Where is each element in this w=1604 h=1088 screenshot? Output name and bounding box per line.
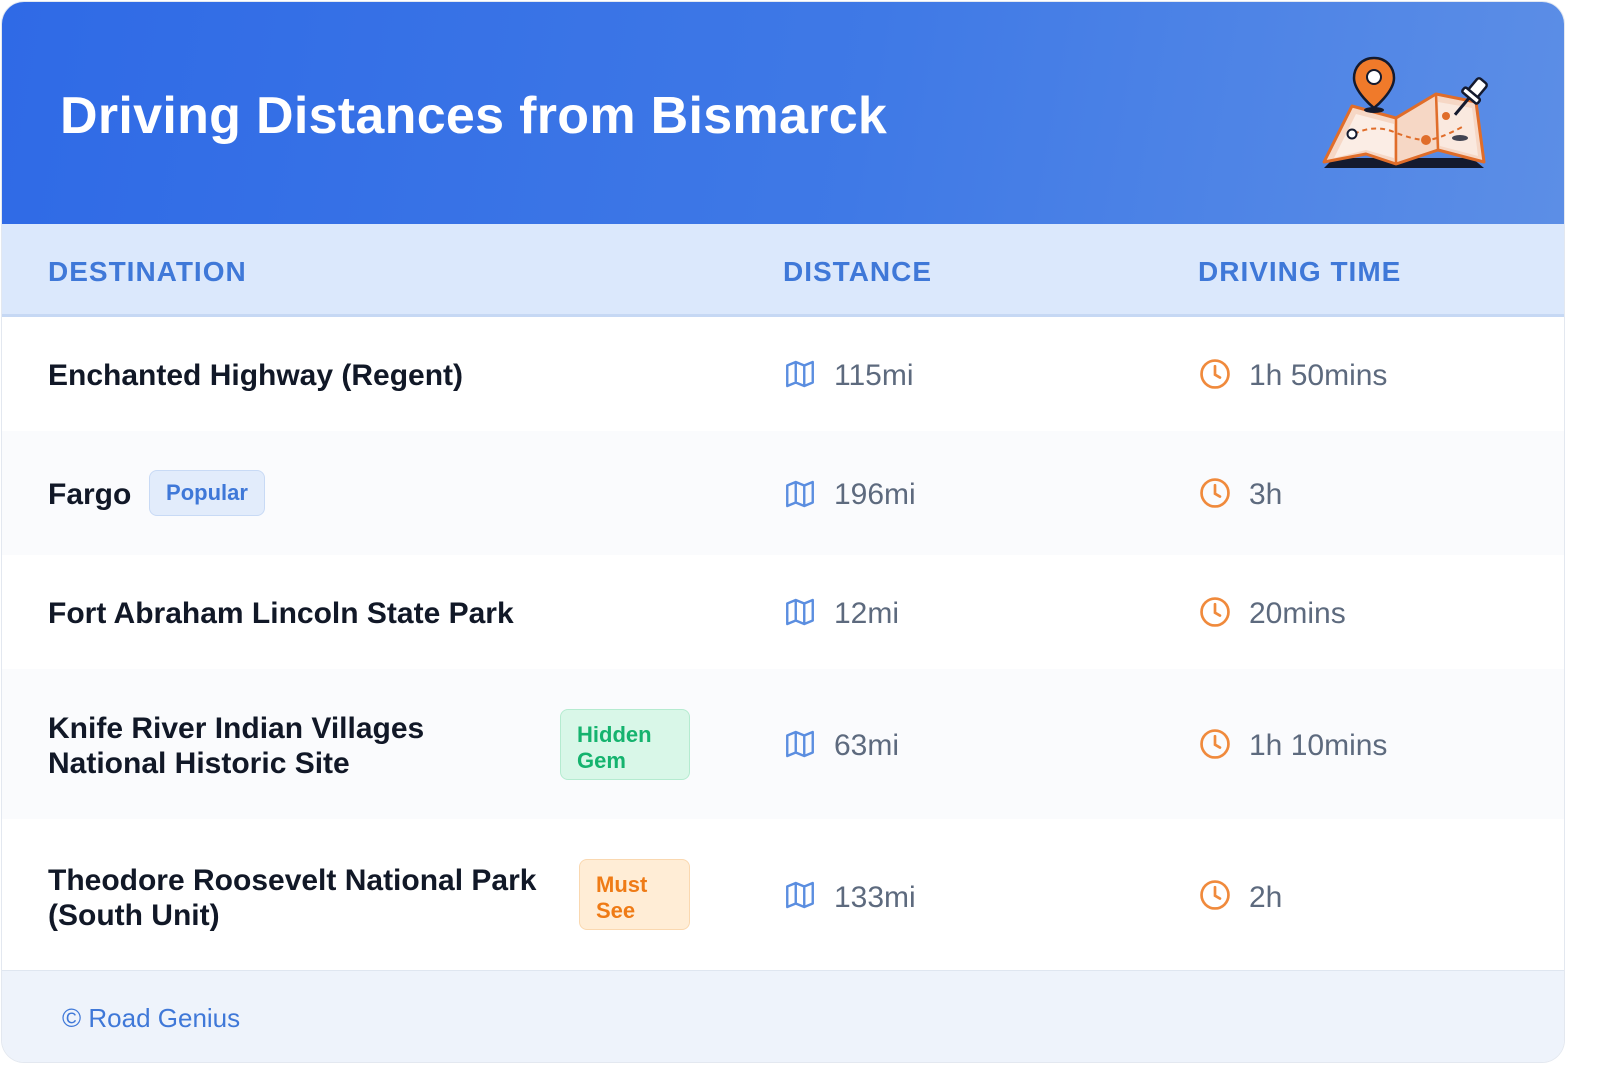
destination-name-line-2: (South Unit) (48, 899, 220, 932)
distance-value: 12mi (834, 597, 900, 630)
page-title: Driving Distances from Bismarck (60, 87, 888, 145)
destination-name: Fargo (48, 478, 132, 511)
table-row: Fargo Popular 196mi 3h (2, 431, 1564, 556)
badge-line-1: Must (596, 872, 648, 897)
distance-value: 63mi (834, 729, 900, 762)
driving-time-value: 1h 50mins (1249, 359, 1388, 392)
badge-line-1: Hidden (577, 722, 652, 747)
map-icon (786, 881, 814, 909)
driving-time-value: 20mins (1249, 597, 1346, 630)
clock-icon (1200, 359, 1230, 389)
distance-value: 133mi (834, 881, 916, 914)
map-icon (786, 598, 814, 626)
driving-time-value: 2h (1249, 881, 1283, 914)
map-icon (786, 360, 814, 388)
distances-card: Driving Distances from Bismarck DESTINAT… (2, 2, 1564, 1062)
clock-icon (1200, 729, 1230, 759)
column-header-distance: DISTANCE (783, 256, 933, 287)
table-row: Theodore Roosevelt National Park (South … (2, 819, 1564, 970)
must-see-badge: Must See (579, 859, 690, 930)
destination-name-line-2: National Historic Site (48, 747, 350, 780)
distance-value: 115mi (834, 359, 914, 392)
table-row: Enchanted Highway (Regent) 115mi 1h 50mi… (2, 317, 1564, 432)
map-icon (786, 480, 814, 508)
distance-value: 196mi (834, 478, 916, 511)
destination-name-line-1: Theodore Roosevelt National Park (48, 864, 537, 897)
hidden-gem-badge: Hidden Gem (560, 709, 690, 780)
destination-name: Fort Abraham Lincoln State Park (48, 597, 514, 630)
map-icon (786, 730, 814, 758)
footer: © Road Genius (2, 970, 1564, 1062)
destination-name: Enchanted Highway (Regent) (48, 359, 464, 392)
popular-badge: Popular (149, 470, 265, 516)
header-banner: Driving Distances from Bismarck (2, 2, 1564, 224)
clock-icon (1200, 597, 1230, 627)
table-header: DESTINATION DISTANCE DRIVING TIME (2, 224, 1564, 317)
column-header-driving-time: DRIVING TIME (1198, 256, 1402, 287)
table-row: Knife River Indian Villages National His… (2, 669, 1564, 820)
table-row: Fort Abraham Lincoln State Park 12mi 20m… (2, 555, 1564, 670)
clock-icon (1200, 478, 1230, 508)
destination-name-line-1: Knife River Indian Villages (48, 712, 425, 745)
column-header-destination: DESTINATION (48, 256, 247, 287)
badge-line-2: Gem (577, 748, 626, 773)
badge-line-2: See (596, 898, 636, 923)
clock-icon (1200, 880, 1230, 910)
map-with-pins-icon (1322, 56, 1488, 168)
driving-time-value: 1h 10mins (1249, 729, 1388, 762)
driving-time-value: 3h (1249, 478, 1283, 511)
footer-credit-link[interactable]: © Road Genius (62, 1003, 240, 1034)
